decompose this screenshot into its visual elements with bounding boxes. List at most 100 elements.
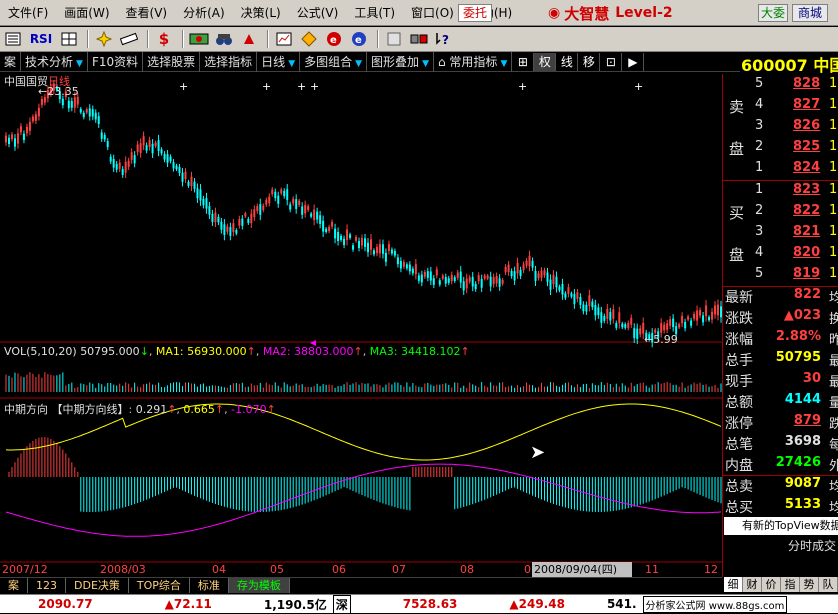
func-overlay[interactable]: 图形叠加 ▼ — [367, 51, 434, 72]
sell-price: 825 — [793, 139, 821, 154]
star-icon[interactable]: e — [348, 29, 370, 49]
candle-body — [453, 277, 456, 281]
candle-body — [366, 242, 369, 253]
candle-body — [441, 275, 444, 279]
menu-screen[interactable]: 画面(W) — [56, 4, 117, 21]
timeshare-label[interactable]: 分时成交 — [724, 537, 838, 555]
sell-row-3[interactable]: 3 826 1 — [723, 118, 838, 139]
func-tech-analysis[interactable]: 技术分析 ▼ — [21, 51, 88, 72]
buy-row-4[interactable]: 4 820 1 — [723, 245, 838, 266]
news-icon[interactable] — [383, 29, 405, 49]
tab-dde[interactable]: DDE决策 — [66, 577, 129, 593]
menu-window[interactable]: 窗口(O) — [403, 4, 462, 21]
candle-body — [208, 206, 211, 215]
blocks-icon[interactable] — [408, 29, 430, 49]
stat-total-buy: 总买 5133 均 — [723, 497, 838, 518]
menu-formula[interactable]: 公式(V) — [289, 4, 347, 21]
binoculars-icon[interactable] — [213, 29, 235, 49]
cash-icon[interactable] — [188, 29, 210, 49]
window-icon[interactable]: ⊡ — [600, 52, 623, 71]
candle-body — [358, 241, 361, 248]
move-button[interactable]: 移 — [578, 52, 601, 71]
ad-banner[interactable]: 分析家公式网 www.88gs.com — [642, 595, 788, 613]
func-select-stock[interactable]: 选择股票 — [143, 51, 201, 72]
rights-button[interactable]: 权 — [534, 52, 557, 71]
candle-body — [510, 270, 513, 277]
candle-body — [241, 218, 244, 226]
tab-case[interactable]: 案 — [0, 577, 28, 593]
tab-123[interactable]: 123 — [28, 577, 66, 593]
candle-body — [274, 191, 277, 199]
status-bar: 2090.77 ▲72.11 1,190.5亿 深 7528.63 ▲249.4… — [0, 594, 838, 614]
menu-view[interactable]: 查看(V) — [118, 4, 176, 21]
rsi-icon[interactable]: RSI — [27, 29, 55, 49]
diamond-icon[interactable] — [298, 29, 320, 49]
ruler-icon[interactable] — [118, 29, 140, 49]
mouse-cursor-icon: ➤ — [530, 442, 546, 463]
vol-ma1: MA1: 56930.000 — [155, 345, 247, 358]
alarm-icon[interactable] — [238, 29, 260, 49]
candle-body — [307, 206, 310, 211]
topview-notice[interactable]: 有新的TopView数据 — [724, 517, 838, 535]
stat-extra: 跌 — [829, 417, 838, 432]
tab-detail[interactable]: 细 — [724, 577, 743, 592]
dollar-icon[interactable]: $ — [153, 29, 175, 49]
line-button[interactable]: 线 — [556, 52, 579, 71]
candle-body — [666, 323, 669, 330]
low-price-value: 5.99 — [653, 333, 678, 346]
crosshair-icon[interactable] — [93, 29, 115, 49]
sell-row-2[interactable]: 2 825 1 — [723, 139, 838, 160]
list-icon[interactable] — [2, 29, 24, 49]
candle-body — [642, 322, 645, 334]
menu-file[interactable]: 文件(F) — [0, 4, 56, 21]
buy-row-2[interactable]: 2 822 1 — [723, 203, 838, 224]
shangcheng-button[interactable]: 商城 — [792, 4, 828, 22]
tab-standard[interactable]: 标准 — [190, 577, 229, 593]
tab-index[interactable]: 指 — [781, 577, 800, 592]
candle-body — [582, 304, 585, 312]
sell-row-4[interactable]: 4 827 1 — [723, 97, 838, 118]
candle-body — [693, 313, 696, 319]
sell-row-1[interactable]: 1 824 1 — [723, 160, 838, 181]
func-common-indicator[interactable]: ⌂ 常用指标 ▼ — [434, 51, 513, 72]
tab-top[interactable]: TOP综合 — [129, 577, 190, 593]
grid-icon[interactable] — [58, 29, 80, 49]
candle-body — [133, 155, 136, 164]
svg-text:?: ? — [442, 33, 449, 47]
stat-label: 总额 — [725, 395, 753, 411]
tab-trend[interactable]: 势 — [800, 577, 819, 592]
stat-value: 50795 — [775, 350, 821, 365]
menu-tools[interactable]: 工具(T) — [346, 4, 403, 21]
chart-area[interactable]: + + + + + + 中国国贸日线 ←23.35 ←5.99 VOL(5,10,20) … — [0, 72, 723, 577]
dawei-button[interactable]: 大委 — [758, 4, 788, 22]
chart-icon[interactable] — [273, 29, 295, 49]
buy-row-3[interactable]: 3 821 1 — [723, 224, 838, 245]
menu-decision[interactable]: 决策(L) — [233, 4, 289, 21]
help-icon[interactable]: ? — [433, 29, 455, 49]
sell-row-5[interactable]: 5 828 1 — [723, 76, 838, 97]
func-select-indicator[interactable]: 选择指标 — [200, 51, 258, 72]
tab-queue[interactable]: 队 — [819, 577, 838, 592]
zoom-icon[interactable]: ⊞ — [512, 52, 535, 71]
weituo-button[interactable]: 委托 — [458, 4, 492, 22]
recycle-icon[interactable]: e — [323, 29, 345, 49]
tab-finance[interactable]: 财 — [743, 577, 762, 592]
func-case[interactable]: 案 — [0, 51, 22, 72]
menu-analysis[interactable]: 分析(A) — [175, 4, 233, 21]
func-period[interactable]: 日线 ▼ — [257, 51, 301, 72]
candle-body — [19, 126, 22, 133]
func-multi-chart[interactable]: 多图组合 ▼ — [300, 51, 368, 72]
tab-price[interactable]: 价 — [762, 577, 781, 592]
candle-body — [178, 167, 181, 174]
candle-body — [202, 198, 205, 206]
stat-extra: 昨 — [829, 333, 838, 348]
event-marker-icon: + — [297, 80, 306, 93]
play-icon[interactable]: ▶ — [622, 52, 645, 71]
candle-body — [468, 277, 471, 282]
tab-save-template[interactable]: 存为模板 — [228, 577, 290, 593]
buy-row-1[interactable]: 1 823 1 — [723, 182, 838, 203]
buy-row-5[interactable]: 5 819 1 — [723, 266, 838, 287]
sz-label[interactable]: 深 — [332, 594, 351, 614]
func-f10[interactable]: F10资料 — [88, 51, 144, 72]
chart-canvas[interactable]: + + + + + + — [0, 72, 723, 577]
